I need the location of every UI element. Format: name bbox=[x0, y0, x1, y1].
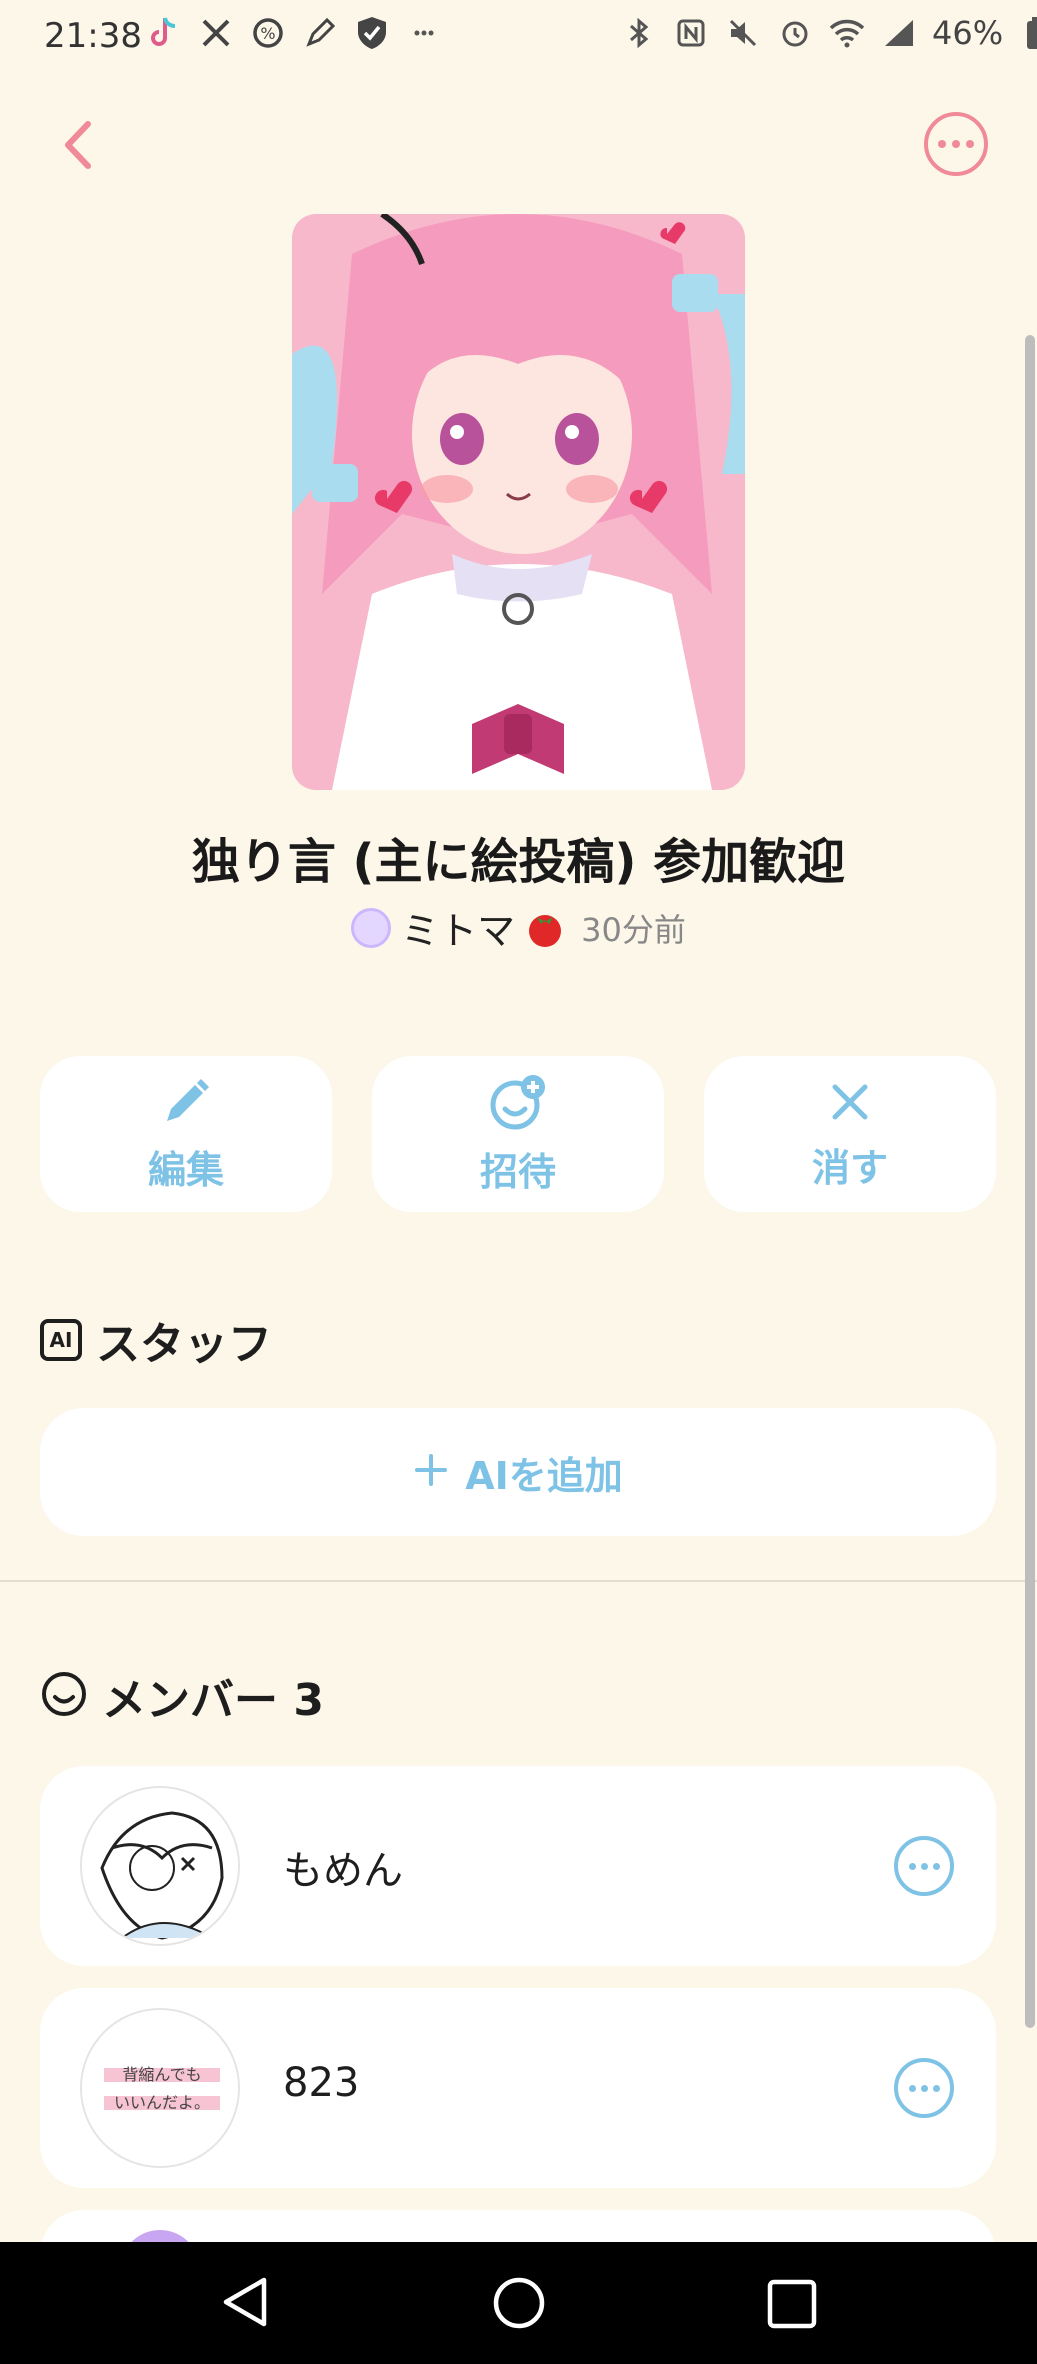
signal-icon bbox=[880, 14, 918, 52]
avatar-text-line1: 背縮んでも bbox=[122, 2065, 201, 2084]
battery-percent: 46% bbox=[932, 14, 1004, 52]
pencil-icon bbox=[301, 14, 339, 52]
bluetooth-icon bbox=[620, 14, 658, 52]
staff-title: スタッフ bbox=[96, 1319, 272, 1370]
nav-home-button[interactable] bbox=[492, 2276, 546, 2334]
status-time: 21:38 bbox=[44, 16, 142, 56]
status-bar: 21:38 % 46% bbox=[0, 0, 1037, 76]
member-more-button[interactable] bbox=[894, 1836, 954, 1896]
chevron-left-icon bbox=[65, 121, 91, 169]
system-icons: 46% bbox=[620, 14, 1037, 52]
members-title: メンバー 3 bbox=[102, 1675, 324, 1726]
nav-recents-button[interactable] bbox=[766, 2278, 818, 2334]
battery-icon bbox=[1017, 14, 1037, 52]
close-icon bbox=[825, 1077, 875, 1131]
member-more-button[interactable] bbox=[894, 2058, 954, 2118]
add-ai-button[interactable]: AIを追加 bbox=[40, 1408, 996, 1536]
delete-label: 消す bbox=[811, 1145, 888, 1190]
delete-button[interactable]: 消す bbox=[704, 1056, 996, 1212]
member-avatar[interactable]: 背縮んでも いいんだよ。 bbox=[80, 2008, 240, 2168]
svg-text:%: % bbox=[260, 24, 275, 43]
nav-back-button[interactable] bbox=[218, 2274, 272, 2334]
back-button[interactable] bbox=[50, 110, 110, 180]
circle-home-icon bbox=[493, 2277, 545, 2329]
triangle-back-icon bbox=[223, 2277, 267, 2327]
tiktok-icon bbox=[145, 14, 183, 52]
smile-icon bbox=[40, 1670, 88, 1722]
square-recents-icon bbox=[767, 2279, 817, 2329]
more-options-button[interactable] bbox=[924, 112, 988, 176]
member-name: 823 bbox=[283, 2060, 360, 2106]
author-name[interactable]: ミトマ bbox=[401, 900, 515, 955]
post-title: 独り言 (主に絵投稿) 参加歓迎 bbox=[191, 834, 846, 890]
add-person-icon bbox=[487, 1073, 549, 1135]
avatar-text-line2: いいんだよ。 bbox=[114, 2093, 210, 2112]
plus-icon bbox=[413, 1452, 449, 1492]
members-header: メンバー 3 bbox=[40, 1664, 324, 1728]
add-ai-label: AIを追加 bbox=[465, 1453, 623, 1498]
more-notifications-icon bbox=[405, 14, 443, 52]
post-time: 30分前 bbox=[581, 910, 686, 949]
x-icon bbox=[197, 14, 235, 52]
edit-button[interactable]: 編集 bbox=[40, 1056, 332, 1212]
tomato-icon bbox=[525, 908, 565, 948]
cover-image bbox=[292, 214, 745, 790]
member-avatar[interactable] bbox=[80, 1786, 240, 1946]
author-avatar[interactable] bbox=[351, 907, 392, 948]
pencil-icon bbox=[159, 1075, 213, 1133]
alarm-icon bbox=[776, 14, 814, 52]
system-nav-bar bbox=[0, 2242, 1037, 2364]
invite-button[interactable]: 招待 bbox=[372, 1056, 664, 1212]
ai-icon: AI bbox=[40, 1319, 82, 1361]
scrollbar[interactable] bbox=[1025, 335, 1035, 2028]
author-row[interactable]: ミトマ 30分前 bbox=[0, 900, 1037, 955]
invite-label: 招待 bbox=[479, 1149, 556, 1194]
edit-label: 編集 bbox=[147, 1147, 224, 1192]
member-name: もめん bbox=[283, 1848, 403, 1894]
mute-icon bbox=[724, 14, 762, 52]
coin-icon: % bbox=[249, 14, 287, 52]
staff-header: AI スタッフ bbox=[40, 1308, 272, 1372]
divider bbox=[0, 1580, 1037, 1582]
nfc-icon bbox=[672, 14, 710, 52]
member-row[interactable]: もめん bbox=[40, 1766, 996, 1966]
shield-icon bbox=[353, 14, 391, 52]
member-row[interactable]: 背縮んでも いいんだよ。 823 bbox=[40, 1988, 996, 2188]
wifi-icon bbox=[828, 14, 866, 52]
notification-icons: % bbox=[145, 14, 443, 52]
